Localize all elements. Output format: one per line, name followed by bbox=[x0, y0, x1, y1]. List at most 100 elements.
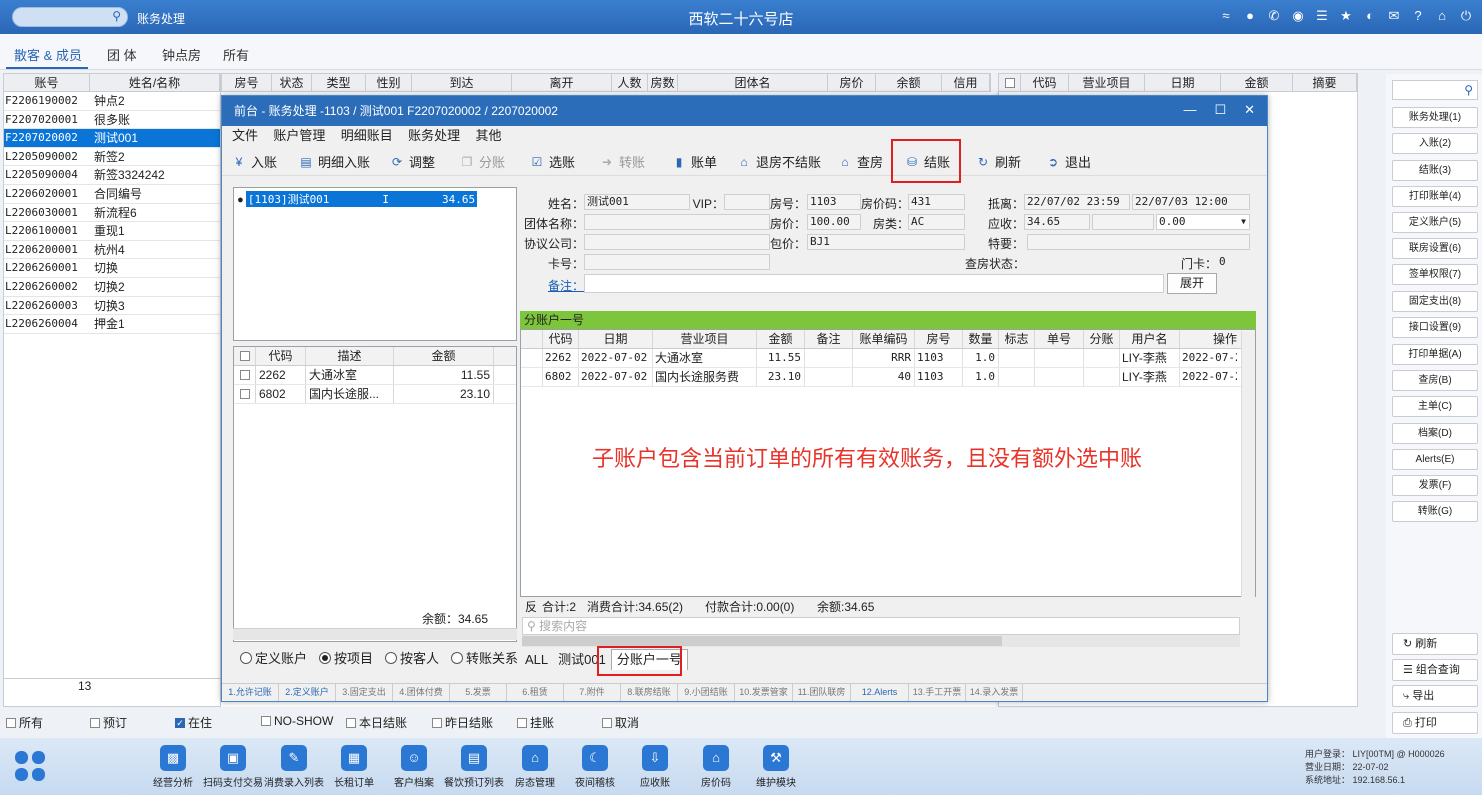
refresh-button[interactable]: ↻ 刷新 bbox=[1392, 633, 1478, 655]
list-item[interactable]: L2206260002 切换2 bbox=[4, 278, 220, 297]
nav-night-audit[interactable]: ☾ 夜间稽核 bbox=[563, 745, 627, 789]
search-icon[interactable]: ⚲ bbox=[1464, 83, 1473, 97]
tree-item-selected[interactable]: ● [1103]测试001 I 34.65 bbox=[238, 191, 478, 207]
theme-icon[interactable]: ◐ bbox=[1362, 8, 1378, 24]
col-date[interactable]: 日期 bbox=[1145, 74, 1221, 91]
col-split[interactable]: 分账 bbox=[1084, 330, 1120, 348]
sidebar-billing-button[interactable]: 账务处理(1) bbox=[1392, 107, 1478, 128]
post-button[interactable]: ¥ 入账 bbox=[232, 152, 277, 171]
btab-define-account[interactable]: 2.定义账户 bbox=[279, 684, 336, 701]
wifi-icon[interactable]: ≈ bbox=[1218, 8, 1234, 24]
select-items-button[interactable]: ☑ 选账 bbox=[530, 152, 575, 171]
btab-team-linked[interactable]: 11.团队联房 bbox=[793, 684, 851, 701]
print-button[interactable]: ⎙ 打印 bbox=[1392, 712, 1478, 734]
btab-invoice[interactable]: 5.发票 bbox=[450, 684, 507, 701]
radio-by-item[interactable]: 按项目 bbox=[319, 648, 373, 667]
col-operation[interactable]: 操作 bbox=[1180, 330, 1237, 348]
special-field[interactable] bbox=[1027, 234, 1250, 250]
sidebar-main-order-button[interactable]: 主单(C) bbox=[1392, 396, 1478, 417]
detail-post-button[interactable]: ▤ 明细入账 bbox=[299, 152, 370, 171]
col-account[interactable]: 账号 bbox=[4, 74, 90, 91]
summary-scrollbar[interactable] bbox=[233, 628, 517, 640]
refresh-button[interactable]: ↻ 刷新 bbox=[976, 152, 1021, 171]
btab-allow-posting[interactable]: 1.允许记账 bbox=[222, 684, 279, 701]
col-credit[interactable]: 信用 bbox=[942, 74, 990, 91]
filter-no-show[interactable]: NO-SHOW bbox=[261, 714, 333, 728]
col-balance[interactable]: 余额 bbox=[876, 74, 942, 91]
col-bill-code[interactable]: 账单编码 bbox=[853, 330, 915, 348]
table-row[interactable]: 6802 2022-07-02 国内长途服务费 23.10 40 1103 1.… bbox=[521, 368, 1255, 387]
btab-manual-invoice[interactable]: 13.手工开票 bbox=[909, 684, 966, 701]
sidebar-checkout-button[interactable]: 结账(3) bbox=[1392, 160, 1478, 181]
filter-cancelled[interactable]: 取消 bbox=[602, 714, 639, 731]
nav-room-status[interactable]: ⌂ 房态管理 bbox=[503, 745, 567, 789]
nav-receivable[interactable]: ⇩ 应收账 bbox=[623, 745, 687, 789]
remark-field[interactable] bbox=[584, 274, 1164, 293]
combined-query-button[interactable]: ☰ 组合查询 bbox=[1392, 659, 1478, 681]
mail-icon[interactable]: ✉ bbox=[1386, 8, 1402, 24]
col-amount[interactable]: 金额 bbox=[757, 330, 805, 348]
col-rate[interactable]: 房价 bbox=[828, 74, 876, 91]
col-sex[interactable]: 性别 bbox=[366, 74, 412, 91]
filter-on-account[interactable]: 挂账 bbox=[517, 714, 554, 731]
transfer-button[interactable]: ➜ 转账 bbox=[600, 152, 645, 171]
list-item[interactable]: L2206260003 切换3 bbox=[4, 297, 220, 316]
table-row[interactable]: 2262 大通冰室 11.55 bbox=[234, 366, 516, 385]
home-icon[interactable]: ⌂ bbox=[1434, 8, 1450, 24]
btab-alerts[interactable]: 12.Alerts bbox=[851, 684, 909, 701]
departure-field[interactable]: 22/07/03 12:00 bbox=[1132, 194, 1250, 210]
col-amount[interactable]: 金额 bbox=[1221, 74, 1293, 91]
btab-enter-invoice[interactable]: 14.录入发票 bbox=[966, 684, 1023, 701]
list-item[interactable]: F2206190002 钟点2 bbox=[4, 92, 220, 111]
col-desc[interactable]: 描述 bbox=[306, 347, 394, 365]
help-icon[interactable]: ? bbox=[1410, 8, 1426, 24]
group-name-field[interactable] bbox=[584, 214, 770, 230]
btab-linked-checkout[interactable]: 8.联房结账 bbox=[621, 684, 678, 701]
col-name[interactable]: 姓名/名称 bbox=[90, 74, 220, 91]
receivable-extra-field[interactable] bbox=[1092, 214, 1154, 230]
radio-transfer-relation[interactable]: 转账关系 bbox=[451, 648, 518, 667]
col-flag[interactable]: 标志 bbox=[999, 330, 1035, 348]
tab-group[interactable]: 团 体 bbox=[107, 45, 137, 64]
col-status[interactable]: 状态 bbox=[272, 74, 312, 91]
minimize-icon[interactable]: — bbox=[1183, 102, 1196, 118]
adjust-button[interactable]: ⟳ 调整 bbox=[390, 152, 435, 171]
sidebar-search-input[interactable]: ⚲ bbox=[1392, 80, 1478, 100]
arrival-field[interactable]: 22/07/02 23:59 bbox=[1024, 194, 1130, 210]
list-item[interactable]: L2205090004 新签3324242 bbox=[4, 166, 220, 185]
col-departure[interactable]: 离开 bbox=[512, 74, 612, 91]
col-code[interactable]: 代码 bbox=[1021, 74, 1069, 91]
app-logo-icon[interactable] bbox=[14, 750, 46, 782]
col-user[interactable]: 用户名 bbox=[1120, 330, 1180, 348]
tab-all-accounts[interactable]: ALL bbox=[520, 650, 553, 670]
receivable-select[interactable]: 0.00 ▼ bbox=[1156, 214, 1250, 230]
list-item[interactable]: L2205090002 新签2 bbox=[4, 148, 220, 167]
maximize-icon[interactable]: ☐ bbox=[1214, 102, 1226, 118]
sidebar-define-account-button[interactable]: 定义账户(5) bbox=[1392, 212, 1478, 233]
filter-reserved[interactable]: 预订 bbox=[90, 714, 127, 731]
filter-in-house[interactable]: ✓ 在住 bbox=[175, 714, 212, 731]
col-persons[interactable]: 人数 bbox=[612, 74, 648, 91]
sidebar-check-room-button[interactable]: 查房(B) bbox=[1392, 370, 1478, 391]
nav-rate-code[interactable]: ⌂ 房价码 bbox=[684, 745, 748, 789]
rate-field[interactable]: 100.00 bbox=[807, 214, 861, 230]
col-code[interactable]: 代码 bbox=[543, 330, 579, 348]
list-item[interactable]: L2206100001 重现1 bbox=[4, 222, 220, 241]
nav-consumption-list[interactable]: ✎ 消费录入列表 bbox=[262, 745, 326, 789]
btab-group-payment[interactable]: 4.团体付费 bbox=[393, 684, 450, 701]
check-room-button[interactable]: ⌂ 查房 bbox=[838, 152, 883, 171]
company-field[interactable] bbox=[584, 234, 770, 250]
table-row[interactable]: 2262 2022-07-02 大通冰室 11.55 RRR 1103 1.0 … bbox=[521, 349, 1255, 368]
list-item-selected[interactable]: F2207020002 测试001 bbox=[4, 129, 220, 148]
nav-dining-reservation[interactable]: ▤ 餐饮预订列表 bbox=[442, 745, 506, 789]
btab-attachment[interactable]: 7.附件 bbox=[564, 684, 621, 701]
col-room[interactable]: 房号 bbox=[915, 330, 963, 348]
btab-lease[interactable]: 6.租赁 bbox=[507, 684, 564, 701]
export-button[interactable]: ⤷ 导出 bbox=[1392, 685, 1478, 707]
btab-small-group-checkout[interactable]: 9.小团结账 bbox=[678, 684, 735, 701]
col-group-name[interactable]: 团体名 bbox=[678, 74, 828, 91]
list-item[interactable]: L2206260004 押金1 bbox=[4, 315, 220, 334]
col-date[interactable]: 日期 bbox=[579, 330, 653, 348]
filter-today-checkout[interactable]: 本日结账 bbox=[346, 714, 407, 731]
room-type-field[interactable]: AC bbox=[908, 214, 965, 230]
